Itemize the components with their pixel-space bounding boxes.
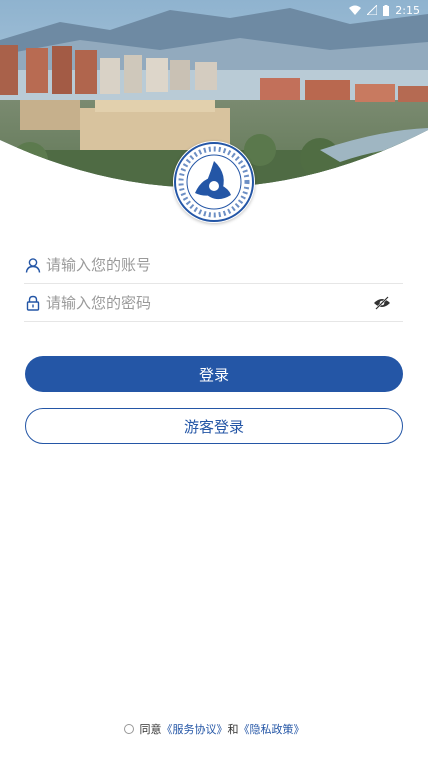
eye-off-icon[interactable] — [371, 292, 393, 314]
account-input[interactable] — [46, 255, 403, 274]
agreement-row: 同意 《服务协议》 和 《隐私政策》 — [0, 720, 428, 738]
guest-login-button[interactable]: 游客登录 — [25, 408, 403, 444]
status-time: 2:15 — [395, 3, 420, 17]
account-field — [24, 246, 403, 284]
privacy-policy-link[interactable]: 《隐私政策》 — [239, 721, 305, 737]
wifi-icon — [349, 5, 362, 15]
school-logo — [173, 141, 255, 223]
login-button[interactable]: 登录 — [25, 356, 403, 392]
signal-icon — [367, 5, 378, 15]
agreement-connector: 和 — [227, 723, 239, 736]
agreement-prefix: 同意 — [139, 723, 162, 736]
login-screen: 2:15 请输入您的账号 登录 游客登录 同意 《服务协议》 和 《隐私政策》 — [0, 0, 428, 762]
password-field — [24, 284, 403, 322]
lock-icon — [24, 294, 42, 312]
password-input[interactable] — [46, 293, 371, 312]
user-icon — [24, 256, 42, 274]
service-agreement-link[interactable]: 《服务协议》 — [162, 721, 228, 737]
agree-radio[interactable] — [123, 724, 134, 734]
battery-icon — [383, 4, 390, 16]
status-bar: 2:15 — [0, 0, 428, 20]
